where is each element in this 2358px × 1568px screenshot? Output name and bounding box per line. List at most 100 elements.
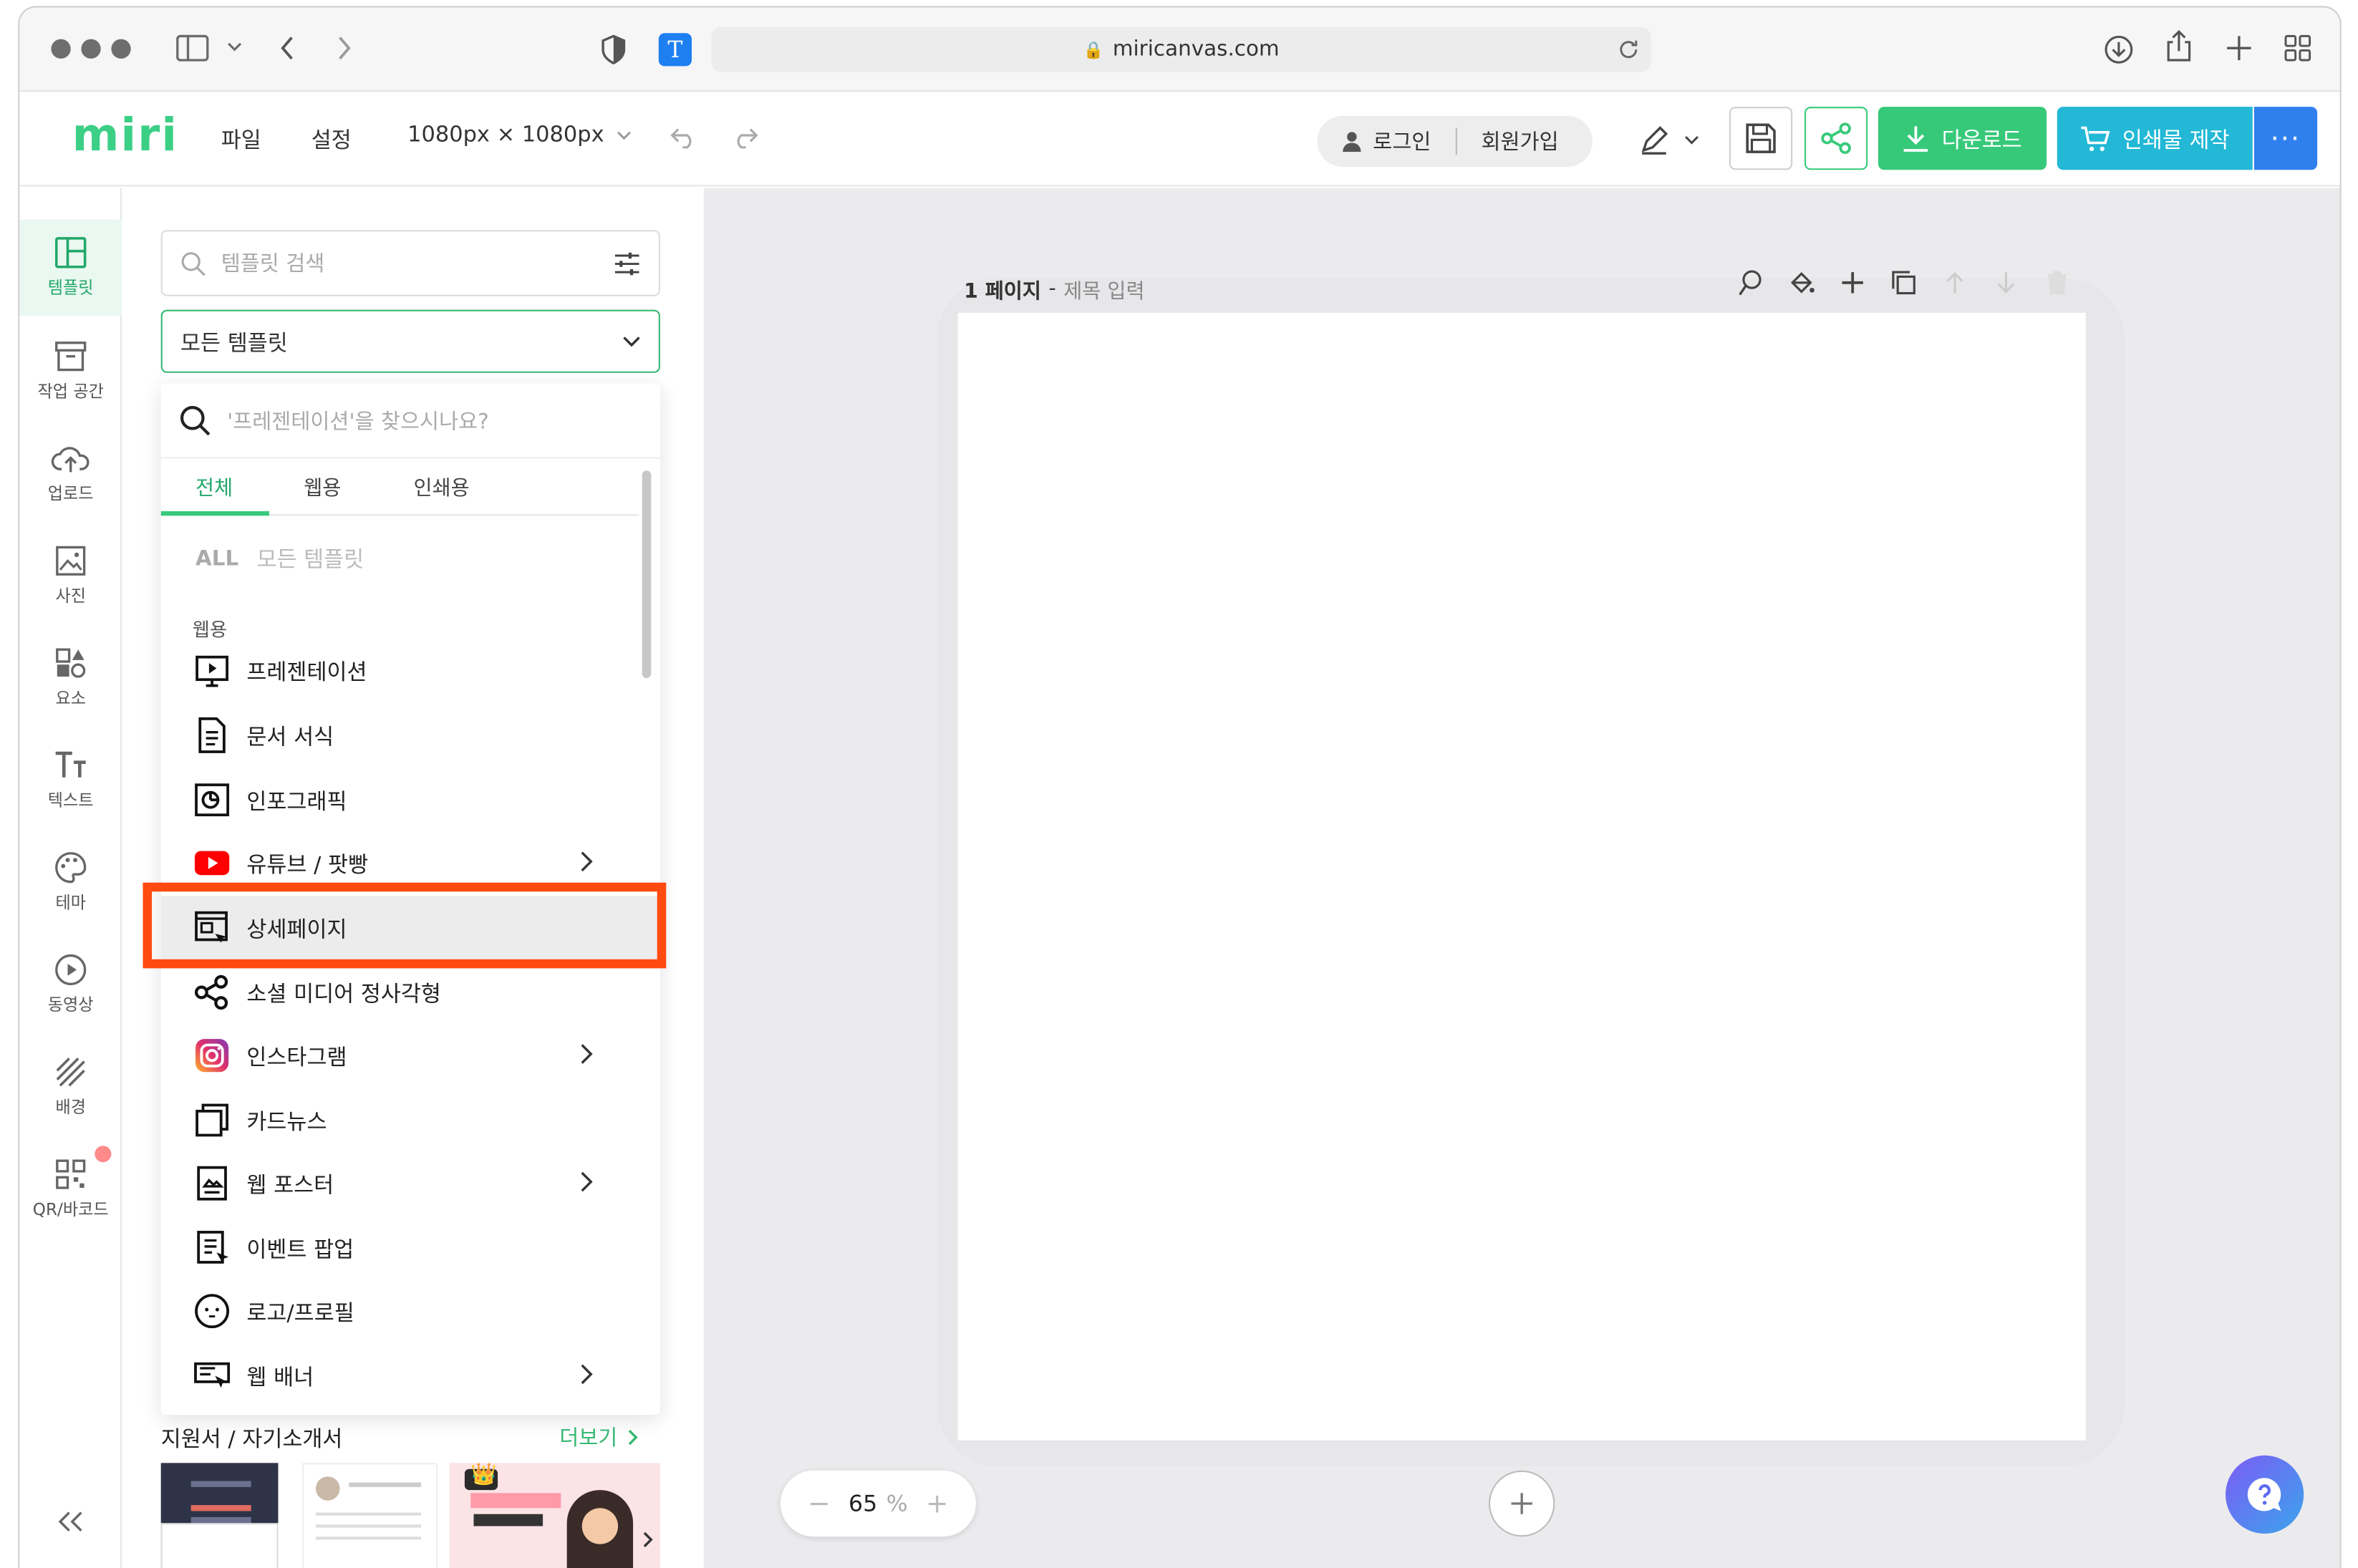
title-separator: - xyxy=(1048,276,1056,301)
all-templates-item[interactable]: ALL 모든 템플릿 xyxy=(195,543,364,574)
page-title-input[interactable]: 제목 입력 xyxy=(1063,274,1144,304)
sidebar-item-workspace[interactable]: 작업 공간 xyxy=(19,323,122,419)
sidebar-item-label: QR/바코드 xyxy=(32,1199,109,1220)
zoom-out-button[interactable]: − xyxy=(808,1488,831,1519)
help-button[interactable] xyxy=(2225,1455,2304,1534)
menu-file[interactable]: 파일 xyxy=(221,123,261,155)
plus-icon xyxy=(1511,1493,1532,1514)
more-options-button[interactable]: ··· xyxy=(2253,107,2318,170)
page-header: 1 페이지 - 제목 입력 xyxy=(964,274,1144,304)
category-item-web-banner[interactable]: 웹 배너 xyxy=(161,1344,639,1407)
move-down-icon[interactable] xyxy=(1992,269,2019,296)
collapse-sidebar-icon[interactable] xyxy=(57,1511,84,1532)
sidebar-item-elements[interactable]: 요소 xyxy=(19,630,122,726)
share-button[interactable] xyxy=(1804,107,1868,170)
chevron-right-icon[interactable] xyxy=(642,1531,654,1549)
template-thumbnail[interactable] xyxy=(160,1463,279,1568)
back-icon[interactable] xyxy=(278,34,296,62)
category-label: 인스타그램 xyxy=(246,1046,347,1071)
category-label: 웹 배너 xyxy=(246,1366,314,1391)
paint-bucket-icon[interactable] xyxy=(1788,269,1815,296)
presentation-icon xyxy=(195,655,228,687)
new-tab-icon[interactable] xyxy=(2226,34,2253,62)
dropdown-search-input[interactable]: '프레젠테이션'을 찾으시나요? xyxy=(160,384,660,459)
category-item-infographic[interactable]: 인포그래픽 xyxy=(161,768,639,831)
tab-overview-icon[interactable] xyxy=(2284,34,2311,62)
sidebar-item-photos[interactable]: 사진 xyxy=(19,528,122,624)
template-search-input[interactable]: 템플릿 검색 xyxy=(160,230,660,296)
sidebar-item-templates[interactable]: 템플릿 xyxy=(19,219,122,316)
duplicate-page-icon[interactable] xyxy=(1890,269,1918,296)
address-bar[interactable]: 🔒 miricanvas.com xyxy=(711,26,1651,72)
category-item-logo-profile[interactable]: 로고/프로필 xyxy=(161,1279,639,1342)
minimize-window-button[interactable] xyxy=(81,39,101,59)
category-item-presentation[interactable]: 프레젠테이션 xyxy=(161,639,639,702)
login-label: 로그인 xyxy=(1373,130,1431,155)
edit-mode-toggle[interactable] xyxy=(1639,125,1699,155)
miri-logo[interactable]: miri xyxy=(72,110,178,163)
sidebar-item-label: 텍스트 xyxy=(47,790,94,810)
sidebar-item-video[interactable]: 동영상 xyxy=(19,937,122,1032)
menu-settings[interactable]: 설정 xyxy=(311,123,352,155)
instagram-icon xyxy=(195,1039,229,1073)
design-page[interactable] xyxy=(957,312,2086,1441)
sidebar-item-theme[interactable]: 테마 xyxy=(19,835,122,931)
see-more-link[interactable]: 더보기 xyxy=(559,1423,639,1453)
reload-icon[interactable] xyxy=(1618,39,1639,60)
zoom-in-button[interactable]: + xyxy=(926,1488,949,1519)
chevron-down-icon[interactable] xyxy=(227,41,242,53)
canvas-size-selector[interactable]: 1080px × 1080px xyxy=(407,123,631,147)
url-text: miricanvas.com xyxy=(1112,37,1280,62)
download-button[interactable]: 다운로드 xyxy=(1878,107,2047,170)
category-item-card-news[interactable]: 카드뉴스 xyxy=(161,1088,639,1151)
chevron-right-icon xyxy=(581,851,593,872)
move-up-icon[interactable] xyxy=(1941,269,1968,296)
undo-icon[interactable] xyxy=(670,127,698,149)
sidebar-item-upload[interactable]: 업로드 xyxy=(19,425,122,521)
shield-icon[interactable] xyxy=(600,34,627,65)
sidebar-item-label: 템플릿 xyxy=(47,278,94,298)
sidebar-item-text[interactable]: 텍스트 xyxy=(19,732,122,828)
cloud-upload-icon xyxy=(51,447,90,473)
redo-icon[interactable] xyxy=(731,127,758,149)
popup-icon xyxy=(197,1231,229,1264)
category-label: 소셜 미디어 정사각형 xyxy=(246,983,441,1007)
sidebar-item-background[interactable]: 배경 xyxy=(19,1039,122,1135)
chevron-down-icon xyxy=(623,337,640,347)
add-page-button[interactable] xyxy=(1489,1470,1555,1537)
close-window-button[interactable] xyxy=(51,39,71,59)
zoom-unit: % xyxy=(886,1490,908,1517)
print-order-button[interactable]: 인쇄물 제작 xyxy=(2057,107,2253,170)
delete-page-icon[interactable] xyxy=(2044,269,2071,296)
tab-all[interactable]: 전체 xyxy=(195,470,233,501)
magic-lasso-icon[interactable] xyxy=(1737,269,1764,296)
tab-print[interactable]: 인쇄용 xyxy=(414,470,470,501)
share-icon[interactable] xyxy=(2165,30,2193,63)
logo-icon xyxy=(195,1294,230,1329)
save-button[interactable] xyxy=(1729,107,1793,170)
pencil-icon xyxy=(1641,126,1668,155)
dropdown-scrollbar[interactable] xyxy=(642,470,652,679)
user-icon xyxy=(1343,132,1361,153)
login-button[interactable]: 로그인 xyxy=(1318,126,1456,156)
category-label: 카드뉴스 xyxy=(246,1110,327,1136)
translate-extension-icon[interactable]: T xyxy=(658,33,692,67)
category-item-instagram[interactable]: 인스타그램 xyxy=(161,1024,639,1087)
signup-button[interactable]: 회원가입 xyxy=(1457,126,1559,156)
zoom-window-button[interactable] xyxy=(111,39,131,59)
category-select[interactable]: 모든 템플릿 xyxy=(160,309,660,373)
category-item-document[interactable]: 문서 서식 xyxy=(161,704,639,767)
chevron-right-icon xyxy=(581,1171,593,1192)
category-item-event-popup[interactable]: 이벤트 팝업 xyxy=(161,1216,639,1279)
filter-icon[interactable] xyxy=(614,251,641,277)
add-page-icon[interactable] xyxy=(1839,269,1866,296)
sidebar-toggle-icon[interactable] xyxy=(176,34,209,62)
template-thumbnail[interactable] xyxy=(302,1463,438,1568)
youtube-icon xyxy=(194,851,230,876)
downloads-icon[interactable] xyxy=(2104,34,2134,64)
category-item-web-poster[interactable]: 웹 포스터 xyxy=(161,1152,639,1215)
forward-icon[interactable] xyxy=(335,34,353,62)
category-item-social-square[interactable]: 소셜 미디어 정사각형 xyxy=(161,961,639,1024)
zoom-value[interactable]: 65 xyxy=(849,1490,877,1517)
tab-web[interactable]: 웹용 xyxy=(304,470,341,501)
